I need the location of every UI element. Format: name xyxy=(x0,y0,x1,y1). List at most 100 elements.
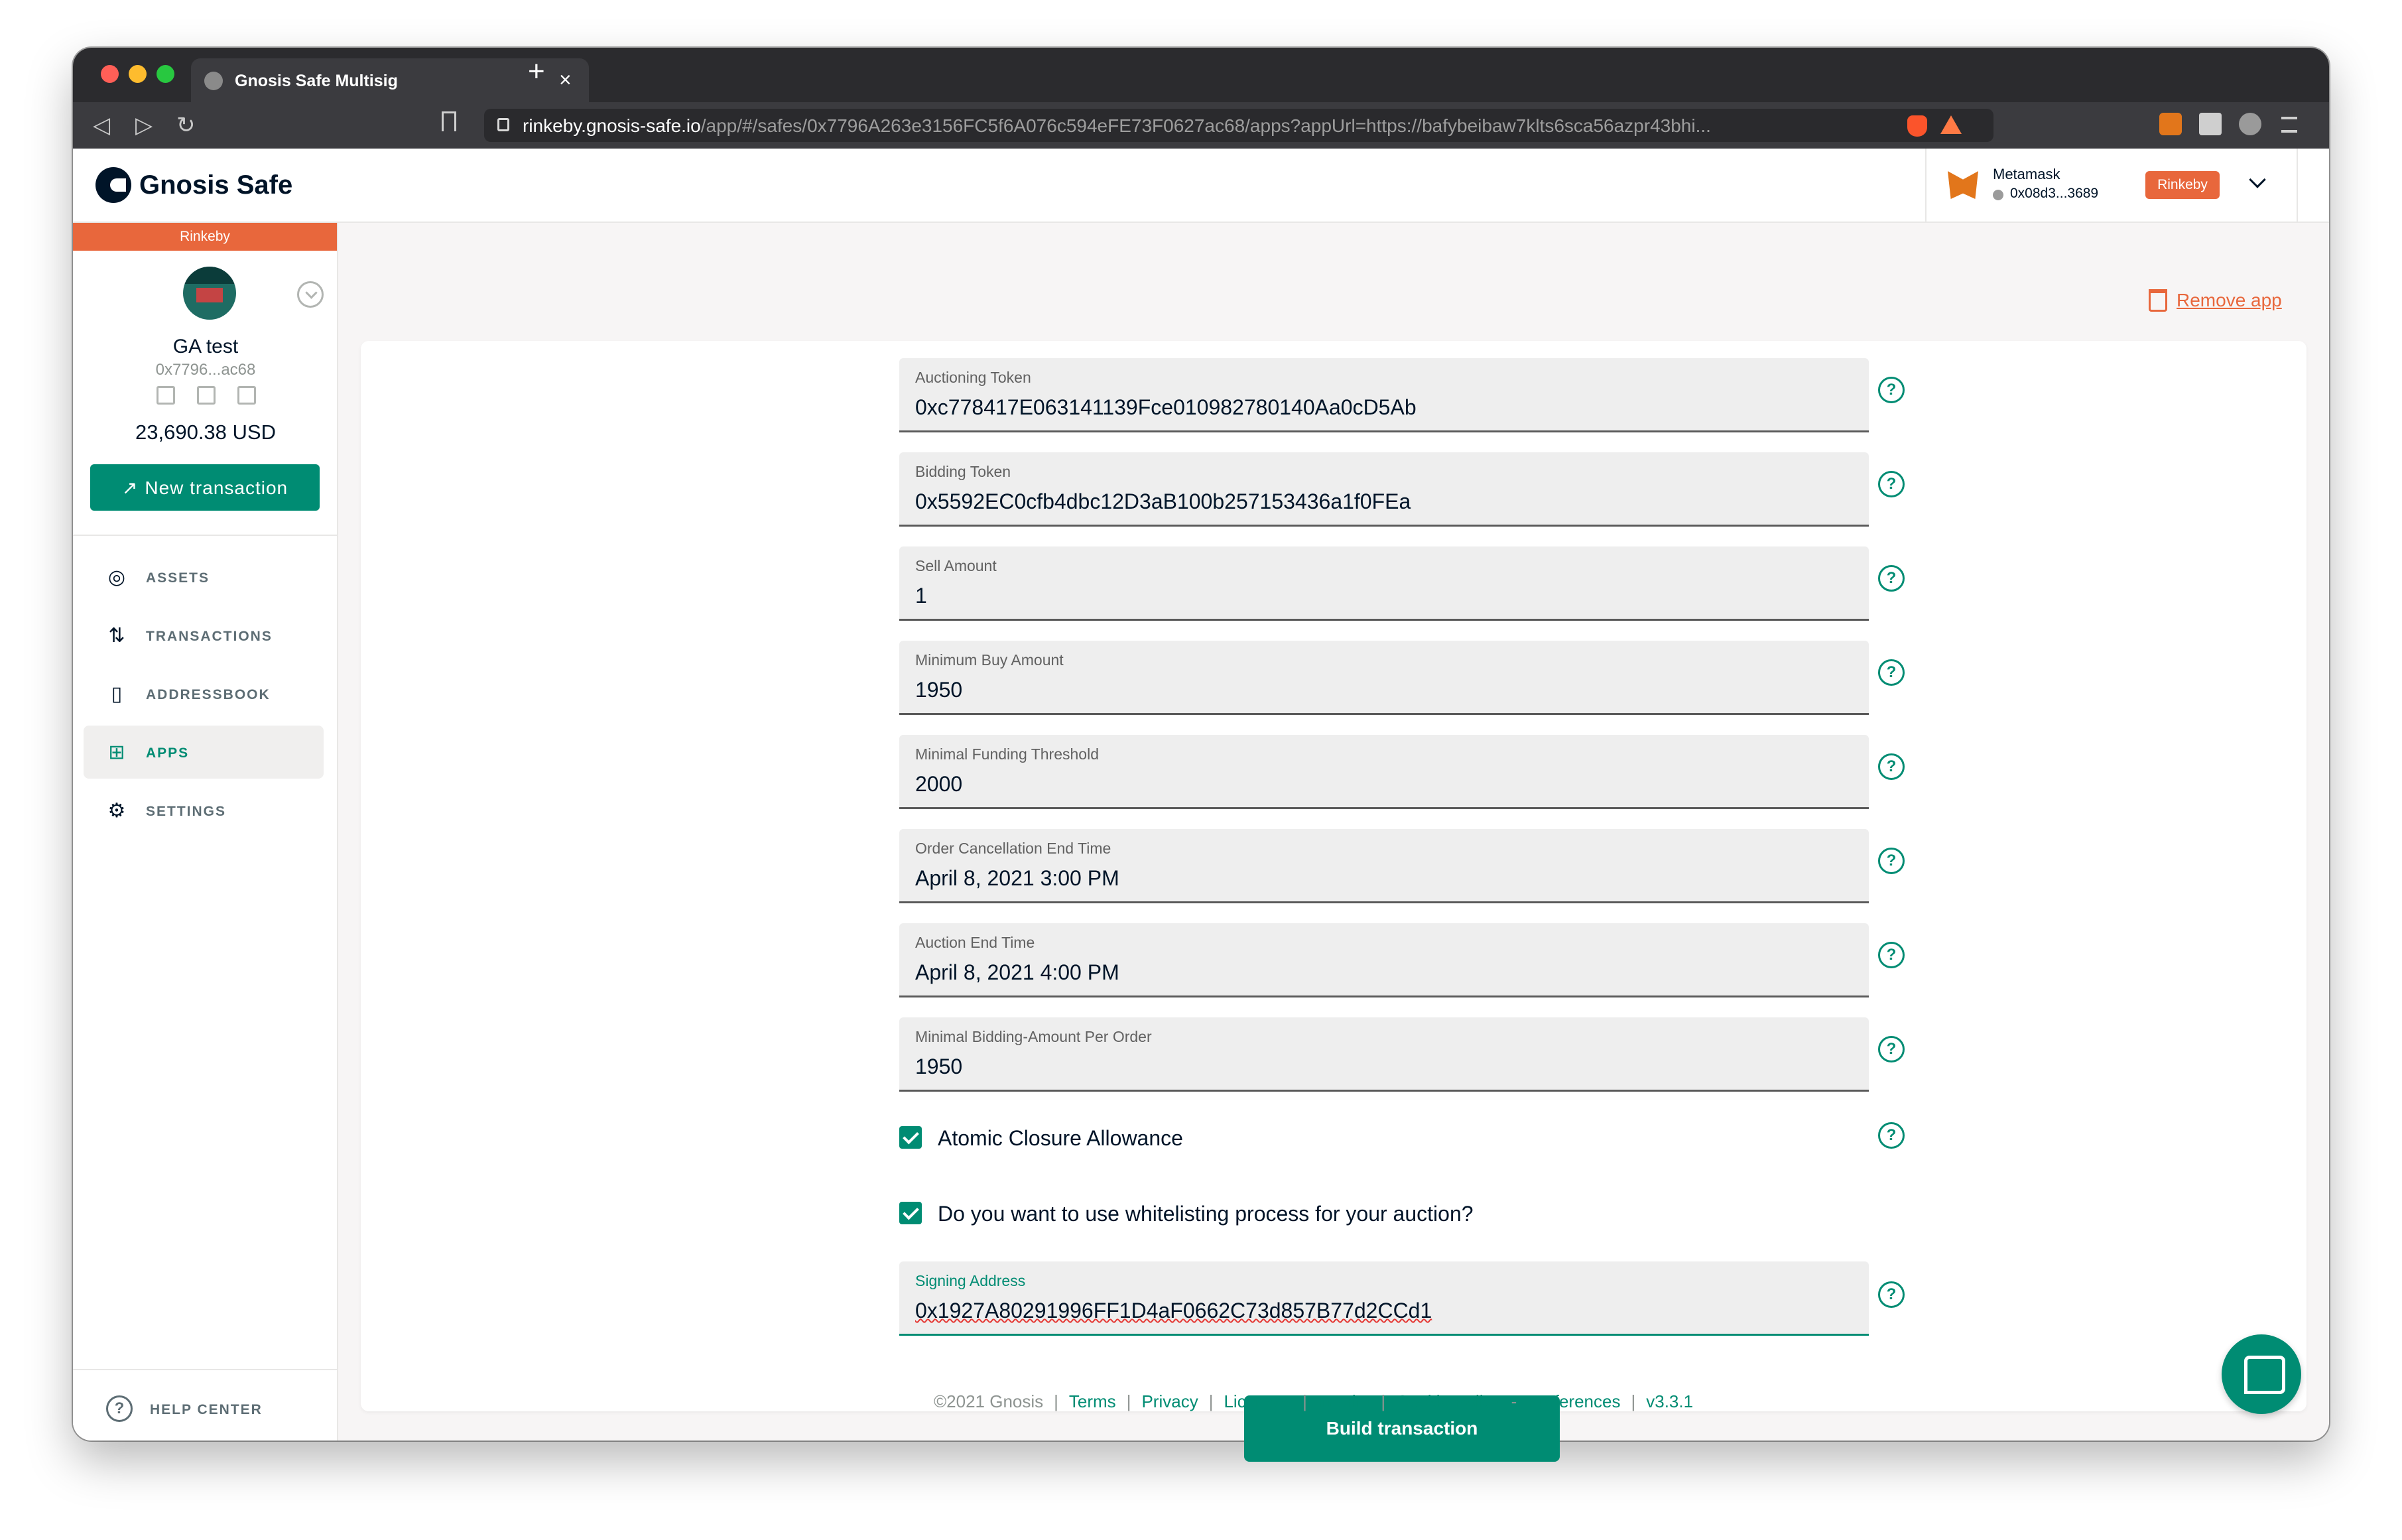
minimize-window-button[interactable] xyxy=(129,65,147,83)
safe-name: GA test xyxy=(172,336,239,357)
sidebar-item-label: ADDRESSBOOK xyxy=(146,687,271,702)
auctioning-token-field[interactable]: Auctioning Token 0xc778417E063141139Fce0… xyxy=(899,358,1869,432)
help-circle-icon[interactable]: ? xyxy=(1878,848,1905,874)
sidebar-item-transactions[interactable]: ⇅ TRANSACTIONS xyxy=(84,609,324,662)
help-circle-icon[interactable]: ? xyxy=(1878,942,1905,968)
whitelisting-checkbox[interactable] xyxy=(899,1202,922,1224)
version-link[interactable]: v3.3.1 xyxy=(1646,1391,1693,1411)
terms-link[interactable]: Terms xyxy=(1069,1391,1116,1411)
bookmark-icon[interactable] xyxy=(442,111,456,131)
footer: ©2021 Gnosis | Terms | Privacy | Licenses | Impr… xyxy=(934,1391,1694,1411)
sidebar-item-apps[interactable]: ⊞ APPS xyxy=(84,726,324,779)
back-icon[interactable]: ◁ xyxy=(93,110,110,141)
safe-balance: 23,690.38 USD xyxy=(135,420,276,444)
licenses-link[interactable]: Licenses xyxy=(1224,1391,1292,1411)
extensions-puzzle-icon[interactable] xyxy=(2199,113,2222,135)
copy-icon[interactable] xyxy=(197,386,216,405)
sidebar-divider xyxy=(73,535,338,536)
help-circle-icon[interactable]: ? xyxy=(1878,377,1905,403)
help-circle-icon[interactable]: ? xyxy=(1878,1122,1905,1149)
settings-icon: ⚙ xyxy=(107,800,126,822)
cookie-policy-link[interactable]: Cookie Policy xyxy=(1396,1391,1501,1411)
field-label: Auctioning Token xyxy=(915,369,1031,386)
wallet-address: 0x08d3...3689 xyxy=(2010,186,2099,201)
favicon-icon xyxy=(204,72,223,90)
tab-title: Gnosis Safe Multisig xyxy=(235,72,398,90)
sidebar-nav: ◎ ASSETS ⇅ TRANSACTIONS ▯ ADDRESSBOOK ⊞ … xyxy=(84,550,324,842)
forward-icon[interactable]: ▷ xyxy=(135,110,153,141)
bidding-token-field[interactable]: Bidding Token 0x5592EC0cfb4dbc12D3aB100b… xyxy=(899,452,1869,527)
privacy-link[interactable]: Privacy xyxy=(1141,1391,1198,1411)
qr-code-icon[interactable] xyxy=(157,386,175,405)
sidebar-item-label: SETTINGS xyxy=(146,804,227,819)
sidebar-item-assets[interactable]: ◎ ASSETS xyxy=(84,550,324,604)
sell-amount-field[interactable]: Sell Amount 1 xyxy=(899,546,1869,621)
help-center-link[interactable]: ? HELP CENTER xyxy=(73,1369,338,1441)
safe-expand-icon[interactable] xyxy=(297,281,324,308)
minimal-funding-threshold-field[interactable]: Minimal Funding Threshold 2000 xyxy=(899,735,1869,809)
help-circle-icon[interactable]: ? xyxy=(1878,659,1905,686)
browser-toolbar: ◁ ▷ ↻ rinkeby.gnosis-safe.io/app/#/safes… xyxy=(73,102,2329,149)
external-link-icon[interactable] xyxy=(237,386,256,405)
wallet-connection[interactable]: Metamask 0x08d3...3689 Rinkeby xyxy=(1925,149,2298,223)
whitelisting-label[interactable]: Do you want to use whitelisting process … xyxy=(938,1202,1474,1226)
network-badge: Rinkeby xyxy=(2145,171,2220,199)
order-cancellation-end-time-field[interactable]: Order Cancellation End Time April 8, 202… xyxy=(899,829,1869,903)
close-window-button[interactable] xyxy=(101,65,119,83)
help-center-label: HELP CENTER xyxy=(150,1402,263,1417)
help-circle-icon[interactable]: ? xyxy=(1878,753,1905,780)
sidebar-item-addressbook[interactable]: ▯ ADDRESSBOOK xyxy=(84,667,324,720)
close-tab-icon[interactable]: × xyxy=(559,68,572,92)
help-circle-icon: ? xyxy=(106,1395,133,1422)
help-circle-icon[interactable]: ? xyxy=(1878,1036,1905,1062)
reload-icon[interactable]: ↻ xyxy=(176,110,196,141)
gnosis-logo[interactable]: Gnosis Safe xyxy=(95,167,292,203)
field-value: 1950 xyxy=(915,678,963,702)
arrow-up-right-icon: ↗ xyxy=(121,477,139,498)
minimum-buy-amount-field[interactable]: Minimum Buy Amount 1950 xyxy=(899,641,1869,715)
new-transaction-button[interactable]: ↗ New transaction xyxy=(90,464,320,511)
atomic-closure-checkbox[interactable] xyxy=(899,1126,922,1149)
safe-address: 0x7796...ac68 xyxy=(155,361,256,379)
addressbook-icon: ▯ xyxy=(111,683,123,705)
sidebar-item-settings[interactable]: ⚙ SETTINGS xyxy=(84,784,324,837)
field-value: 1 xyxy=(915,584,927,608)
preferences-link[interactable]: Preferences xyxy=(1527,1391,1620,1411)
help-circle-icon[interactable]: ? xyxy=(1878,471,1905,497)
tab-bar: Gnosis Safe Multisig × + xyxy=(73,48,2329,102)
sidebar-item-label: APPS xyxy=(146,745,190,761)
wallet-name: Metamask xyxy=(1993,166,2060,182)
brave-rewards-icon[interactable] xyxy=(1940,115,1962,134)
logo-text: Gnosis Safe xyxy=(139,170,293,200)
remove-app-link[interactable]: Remove app xyxy=(2149,289,2282,312)
imprint-link[interactable]: Imprint xyxy=(1318,1391,1370,1411)
brave-shields-icon[interactable] xyxy=(1907,115,1927,137)
chevron-down-icon[interactable] xyxy=(2249,171,2266,188)
apps-icon: ⊞ xyxy=(108,741,125,763)
profile-avatar-icon[interactable] xyxy=(2239,113,2261,135)
minimal-bidding-amount-field[interactable]: Minimal Bidding-Amount Per Order 1950 xyxy=(899,1017,1869,1092)
field-value: April 8, 2021 4:00 PM xyxy=(915,960,1119,984)
field-label: Minimal Funding Threshold xyxy=(915,745,1099,763)
help-circle-icon[interactable]: ? xyxy=(1878,565,1905,592)
safe-avatar xyxy=(183,267,236,320)
signing-address-input[interactable]: Signing Address 0x1927A80291996FF1D4aF06… xyxy=(899,1261,1869,1336)
field-label: Order Cancellation End Time xyxy=(915,840,1111,857)
sidebar: Rinkeby GA test 0x7796...ac68 23,690.38 … xyxy=(73,223,338,1441)
atomic-closure-label[interactable]: Atomic Closure Allowance xyxy=(938,1126,1183,1151)
gnosis-app: Gnosis Safe Metamask 0x08d3...3689 Rinke… xyxy=(73,149,2329,1441)
sidebar-item-label: ASSETS xyxy=(146,570,210,586)
menu-icon[interactable] xyxy=(2281,117,2297,133)
url-text: rinkeby.gnosis-safe.io/app/#/safes/0x779… xyxy=(523,115,1711,136)
trash-icon xyxy=(2149,289,2167,312)
metamask-extension-icon[interactable] xyxy=(2159,113,2182,135)
chat-support-button[interactable] xyxy=(2222,1334,2301,1414)
field-label: Signing Address xyxy=(915,1272,1026,1289)
app-header: Gnosis Safe Metamask 0x08d3...3689 Rinke… xyxy=(73,149,2329,223)
gnosis-logo-icon xyxy=(95,167,131,203)
auction-end-time-field[interactable]: Auction End Time April 8, 2021 4:00 PM xyxy=(899,923,1869,997)
address-bar[interactable]: rinkeby.gnosis-safe.io/app/#/safes/0x779… xyxy=(484,109,1993,142)
zoom-window-button[interactable] xyxy=(157,65,174,83)
new-tab-button[interactable]: + xyxy=(528,57,545,86)
help-circle-icon[interactable]: ? xyxy=(1878,1281,1905,1308)
